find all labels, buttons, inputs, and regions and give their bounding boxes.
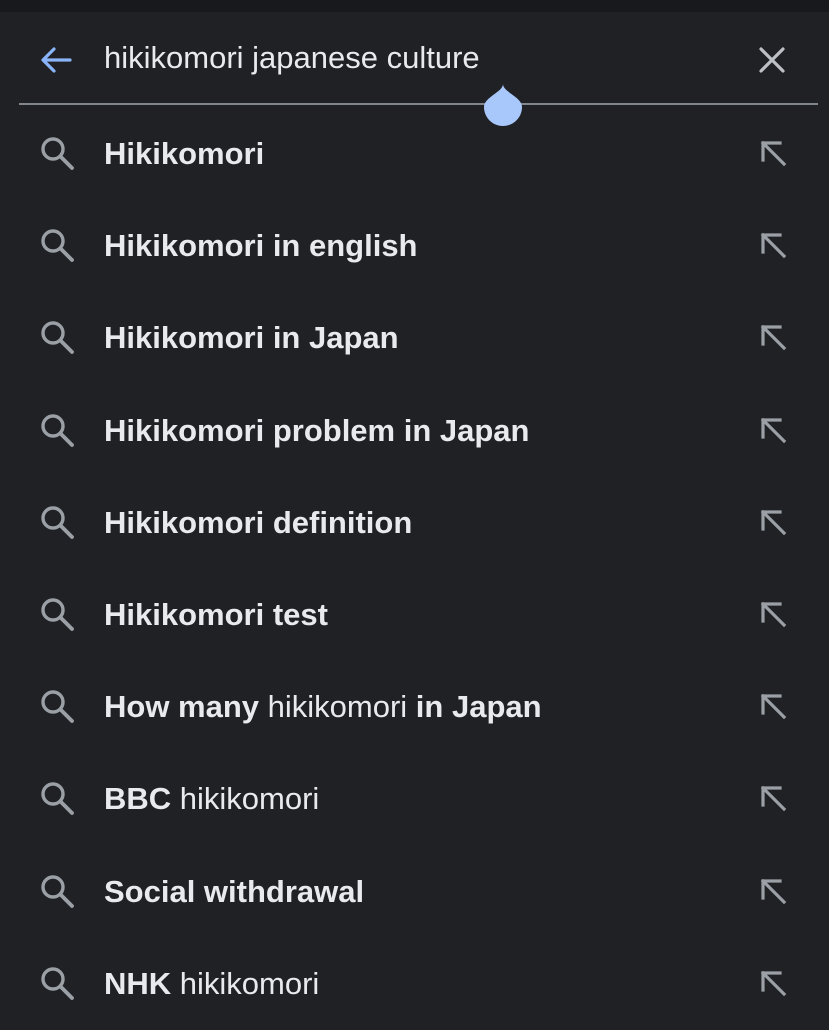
suggestion-text-bold: Hikikomori in english xyxy=(104,228,418,264)
suggestion-text: Social withdrawal xyxy=(104,872,364,912)
arrow-up-left-icon[interactable] xyxy=(754,318,792,356)
search-underline xyxy=(19,103,818,105)
suggestion-item[interactable]: Hikikomori xyxy=(0,108,829,200)
arrow-up-left-icon[interactable] xyxy=(754,411,792,449)
arrow-up-left-icon[interactable] xyxy=(754,134,792,172)
search-icon xyxy=(38,595,76,633)
suggestion-item[interactable]: Hikikomori definition xyxy=(0,477,829,569)
suggestion-text-bold: NHK xyxy=(104,965,172,1001)
suggestion-item[interactable]: Social withdrawal xyxy=(0,846,829,938)
suggestion-text-bold: Hikikomori in Japan xyxy=(104,320,399,356)
search-icon xyxy=(38,134,76,172)
arrow-up-left-icon[interactable] xyxy=(754,595,792,633)
search-bar: hikikomori japanese culture xyxy=(0,12,829,104)
suggestion-text-match: hikikomori xyxy=(267,689,408,725)
arrow-up-left-icon[interactable] xyxy=(754,964,792,1002)
suggestion-item[interactable]: BBC hikikomori xyxy=(0,753,829,845)
search-icon xyxy=(38,687,76,725)
suggestion-item[interactable]: Hikikomori problem in Japan xyxy=(0,385,829,477)
suggestion-text: Hikikomori test xyxy=(104,595,328,635)
suggestion-list: Hikikomori Hikikomori in english Hikikomor… xyxy=(0,108,829,1030)
suggestion-item[interactable]: How many hikikomori in Japan xyxy=(0,661,829,753)
search-input[interactable]: hikikomori japanese culture xyxy=(104,38,480,78)
search-icon xyxy=(38,318,76,356)
suggestion-item[interactable]: Hikikomori in english xyxy=(0,200,829,292)
suggestion-text-bold: Hikikomori test xyxy=(104,596,328,632)
arrow-up-left-icon[interactable] xyxy=(754,779,792,817)
arrow-up-left-icon[interactable] xyxy=(754,226,792,264)
suggestion-text-bold: BBC xyxy=(104,781,172,817)
search-icon xyxy=(38,226,76,264)
search-icon xyxy=(38,872,76,910)
suggestion-text: Hikikomori in english xyxy=(104,226,418,266)
suggestion-text: Hikikomori definition xyxy=(104,503,412,543)
search-icon xyxy=(38,964,76,1002)
suggestion-text-bold: Social withdrawal xyxy=(104,873,365,909)
suggestion-text-bold: How many xyxy=(104,689,268,725)
suggestion-text: Hikikomori problem in Japan xyxy=(104,411,529,451)
status-bar-edge xyxy=(0,0,829,12)
suggestion-text-bold: Hikikomori problem in Japan xyxy=(104,412,530,448)
suggestion-text: NHK hikikomori xyxy=(104,964,319,1004)
suggestion-item[interactable]: Hikikomori test xyxy=(0,569,829,661)
suggestion-text-match: hikikomori xyxy=(171,781,320,817)
suggestion-text-bold: in Japan xyxy=(407,689,542,725)
suggestion-text: Hikikomori xyxy=(104,134,264,174)
suggestion-text: Hikikomori in Japan xyxy=(104,318,399,358)
arrow-up-left-icon[interactable] xyxy=(754,503,792,541)
suggestion-text: BBC hikikomori xyxy=(104,779,319,819)
suggestion-text-bold: Hikikomori definition xyxy=(104,504,413,540)
arrow-back-icon[interactable] xyxy=(36,40,76,80)
close-icon[interactable] xyxy=(752,40,792,80)
suggestion-text: How many hikikomori in Japan xyxy=(104,687,542,727)
search-icon xyxy=(38,411,76,449)
arrow-up-left-icon[interactable] xyxy=(754,687,792,725)
suggestion-item[interactable]: Hikikomori in Japan xyxy=(0,292,829,384)
suggestion-item[interactable]: NHK hikikomori xyxy=(0,938,829,1030)
suggestion-text-bold: Hikikomori xyxy=(104,136,265,171)
suggestion-text-match: hikikomori xyxy=(171,965,320,1001)
search-icon xyxy=(38,503,76,541)
search-icon xyxy=(38,779,76,817)
arrow-up-left-icon[interactable] xyxy=(754,872,792,910)
